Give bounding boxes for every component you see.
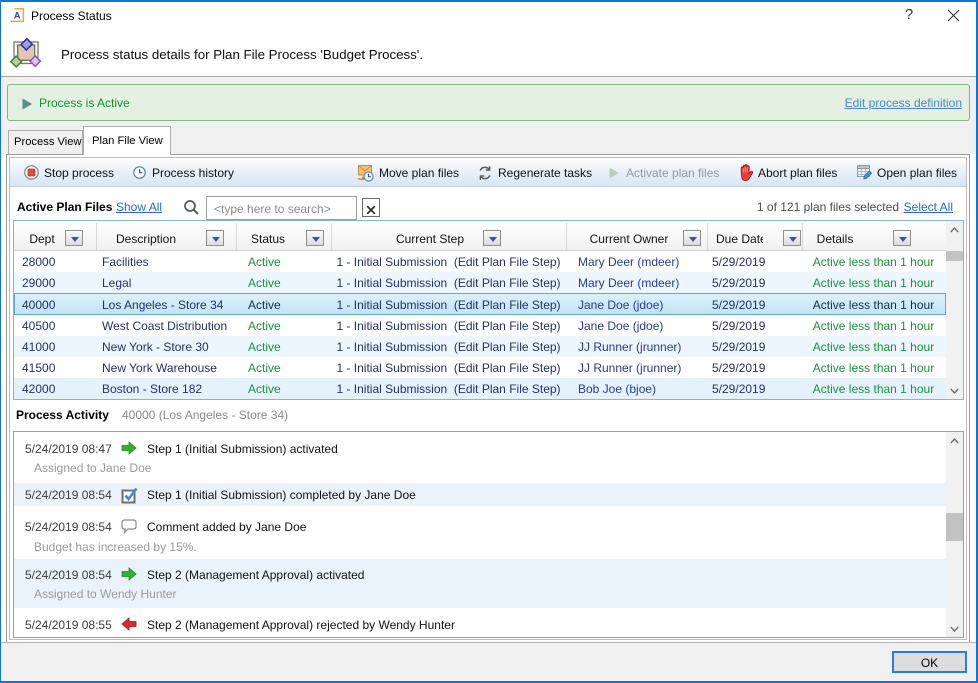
svg-text:A: A xyxy=(14,11,21,22)
